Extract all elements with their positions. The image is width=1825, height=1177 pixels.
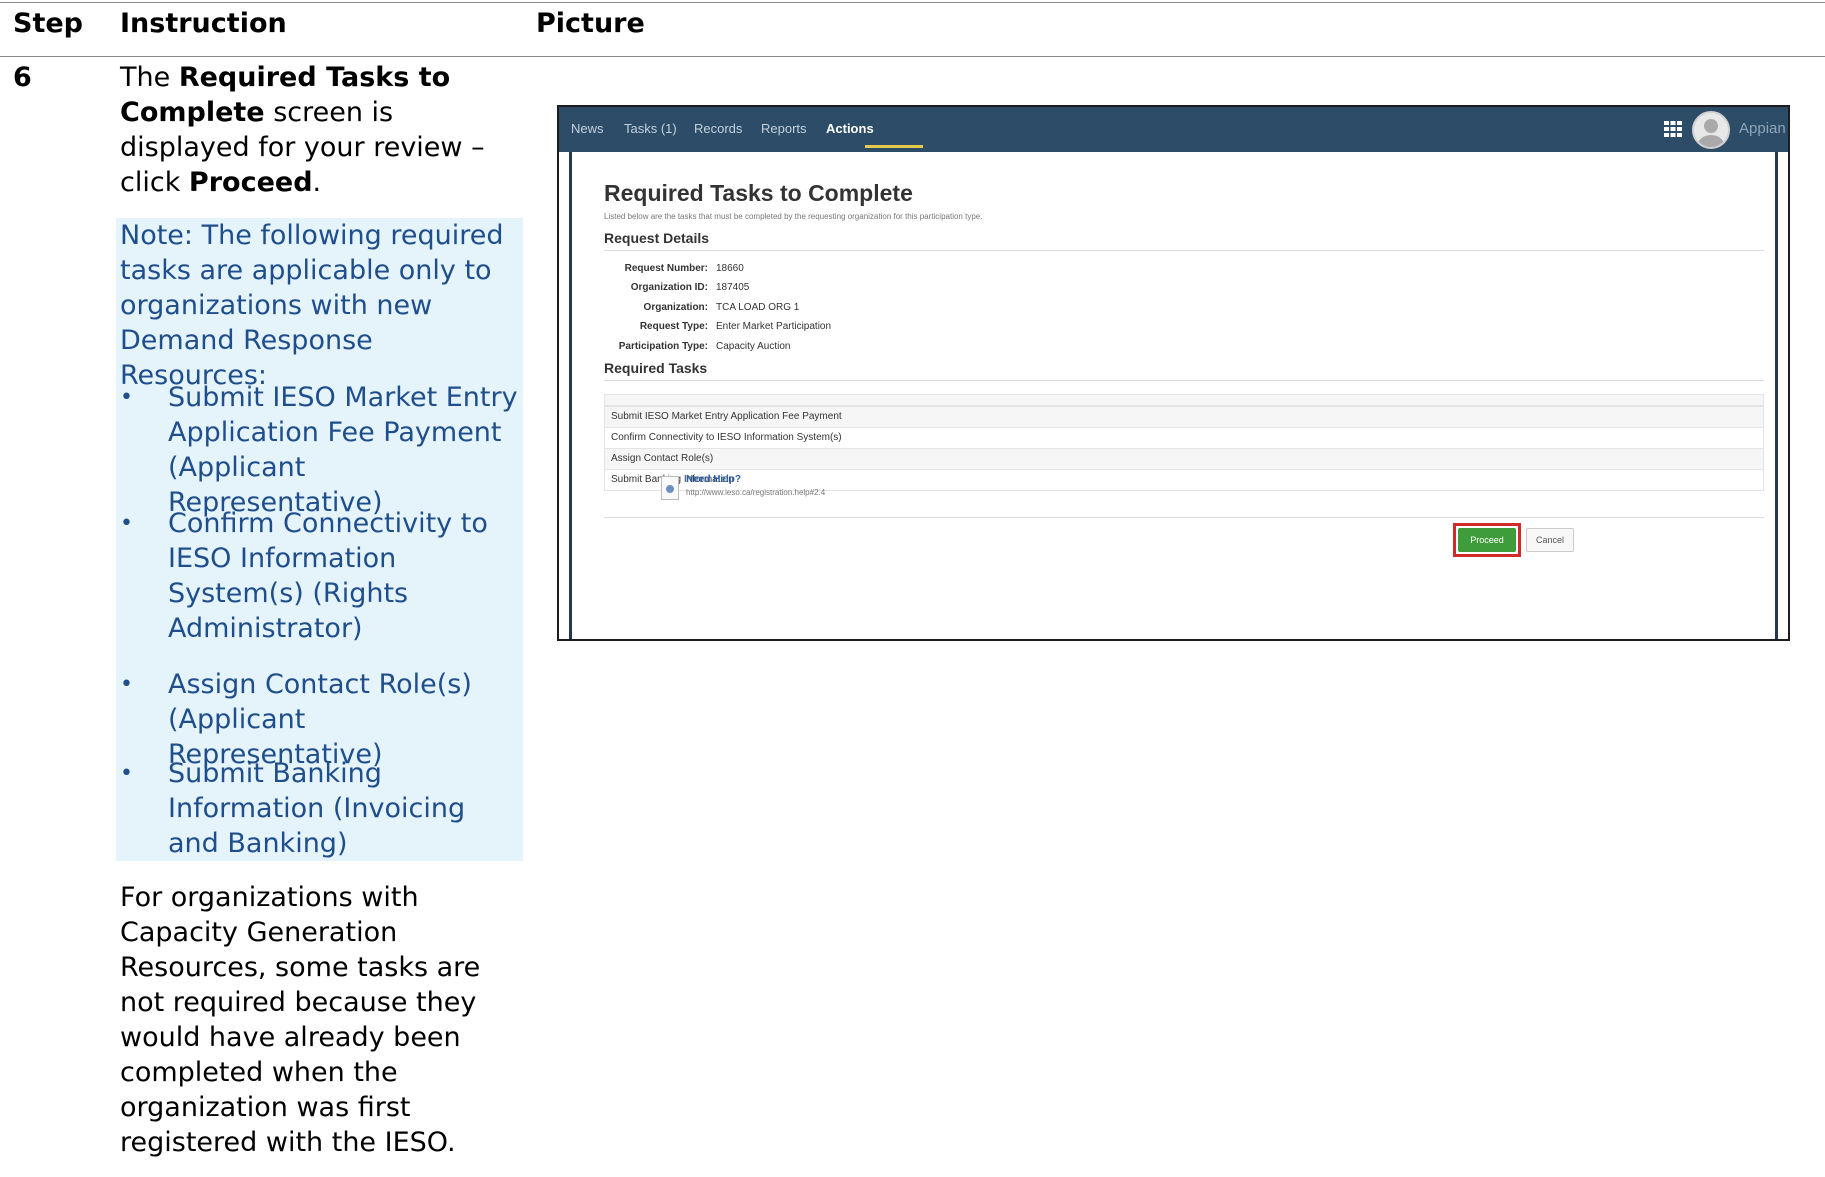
- task-row: Confirm Connectivity to IESO Information…: [604, 427, 1764, 449]
- form-subtitle: Listed below are the tasks that must be …: [604, 212, 983, 221]
- help-url[interactable]: http://www.ieso.ca/registration.help#2.4: [686, 488, 825, 497]
- instruction-text: The Required Tasks to Complete screen is…: [120, 60, 520, 200]
- cancel-button[interactable]: Cancel: [1526, 528, 1574, 552]
- task-row: Assign Contact Role(s): [604, 448, 1764, 470]
- instruction-suffix: .: [312, 167, 322, 198]
- organization-id-label: Organization ID:: [630, 282, 708, 293]
- need-help-link[interactable]: Need Help?: [686, 474, 741, 485]
- request-number-label: Request Number:: [624, 263, 708, 274]
- tab-records[interactable]: Records: [694, 121, 742, 136]
- tab-tasks[interactable]: Tasks (1): [624, 121, 677, 136]
- tab-news[interactable]: News: [571, 121, 604, 136]
- organization-note-paragraph: For organizations with Capacity Generati…: [120, 882, 481, 1158]
- bullet-dot: •: [120, 761, 133, 786]
- apps-grid-icon[interactable]: [1664, 121, 1682, 137]
- organization-value: TCA LOAD ORG 1: [716, 302, 800, 313]
- request-type-value: Enter Market Participation: [716, 321, 832, 332]
- task-table-header: [604, 394, 1764, 406]
- request-type-label: Request Type:: [639, 321, 708, 332]
- proceed-button[interactable]: Proceed: [1458, 528, 1516, 552]
- help-document-icon: [661, 476, 679, 500]
- note-intro: Note: The following required tasks are a…: [120, 220, 504, 391]
- user-avatar-icon[interactable]: [1692, 111, 1730, 149]
- table-top-border: [0, 2, 1825, 3]
- appian-screenshot: News Tasks (1) Records Reports Actions A…: [557, 105, 1790, 641]
- active-tab-indicator: [865, 145, 923, 148]
- organization-id-value: 187405: [716, 282, 750, 293]
- person-silhouette-icon: [1698, 119, 1724, 147]
- organization-label: Organization:: [643, 302, 708, 313]
- bullet-dot: •: [120, 672, 133, 697]
- header-instruction: Instruction: [120, 8, 287, 39]
- step-number: 6: [13, 62, 32, 93]
- header-divider: [0, 56, 1825, 57]
- header-step: Step: [13, 8, 83, 39]
- request-details-heading: Request Details: [604, 230, 710, 246]
- participation-type-label: Participation Type:: [618, 341, 708, 352]
- note-bullet-text: Submit IESO Market Entry Application Fee…: [168, 382, 518, 518]
- note-bullet-text: Submit Banking Information (Invoicing an…: [168, 758, 466, 859]
- tab-reports[interactable]: Reports: [761, 121, 807, 136]
- request-number-value: 18660: [716, 263, 744, 274]
- note-bullet-text: Confirm Connectivity to IESO Information…: [168, 508, 488, 644]
- instruction-action: Proceed: [188, 167, 313, 198]
- appian-brand: Appian: [1739, 120, 1786, 137]
- bullet-dot: •: [120, 511, 133, 536]
- section-divider: [604, 380, 1764, 381]
- form-title: Required Tasks to Complete: [604, 180, 913, 206]
- instruction-prefix: The: [120, 62, 179, 93]
- task-row: Submit IESO Market Entry Application Fee…: [604, 406, 1764, 428]
- required-tasks-heading: Required Tasks: [604, 360, 708, 376]
- footer-divider: [604, 517, 1764, 518]
- form-content: Required Tasks to Complete Listed below …: [569, 152, 1778, 639]
- participation-type-value: Capacity Auction: [716, 341, 791, 352]
- tab-actions[interactable]: Actions: [826, 121, 874, 136]
- bullet-dot: •: [120, 385, 133, 410]
- section-divider: [604, 250, 1764, 251]
- help-graphic-icon: [666, 485, 674, 493]
- top-nav-bar: News Tasks (1) Records Reports Actions A…: [559, 107, 1788, 152]
- note-box: Note: The following required tasks are a…: [116, 218, 523, 861]
- header-picture: Picture: [536, 8, 645, 39]
